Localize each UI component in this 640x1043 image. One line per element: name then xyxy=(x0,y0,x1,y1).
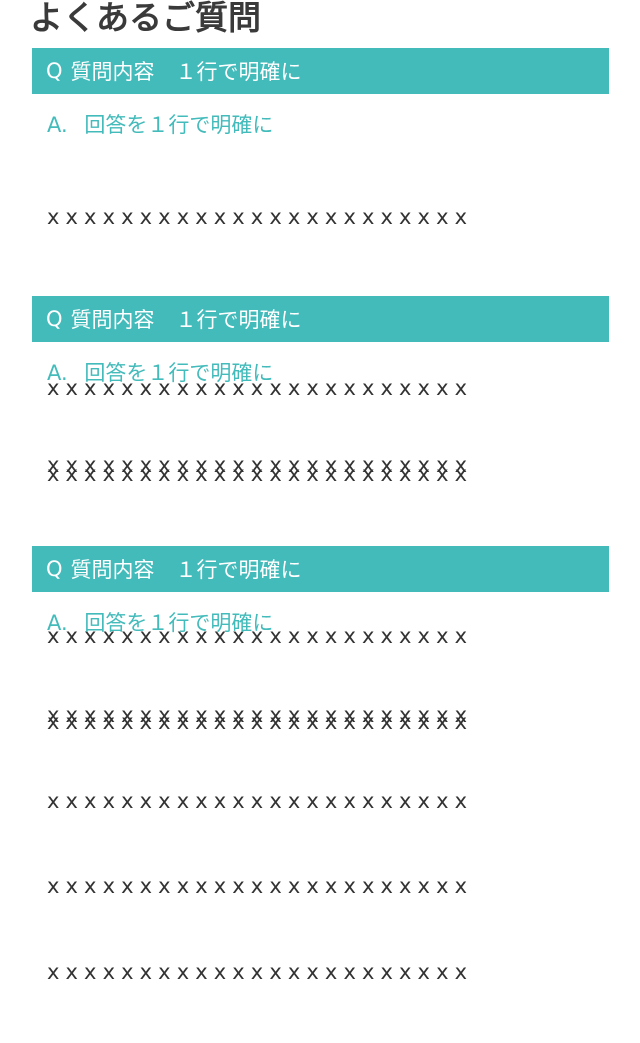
answer-line: xxxxxxxxxxxxxxxxxxxxxxx xyxy=(47,703,474,727)
answer-line: xxxxxxxxxxxxxxxxxxxxxxx xyxy=(47,205,474,229)
page-title: よくあるご質問 xyxy=(30,0,261,37)
answer-mark: A. xyxy=(47,361,68,385)
answer-lead-text: 回答を１行で明確に xyxy=(84,611,274,635)
question-mark: Q xyxy=(46,307,63,331)
answer-mark: A. xyxy=(47,611,68,635)
answer-heading: A. 回答を１行で明確に xyxy=(32,110,609,140)
answer-body: xxxxxxxxxxxxxxxxxxxxxxx xxxxxxxxxxxxxxxx… xyxy=(32,644,609,1043)
answer-heading: A. 回答を１行で明確に xyxy=(32,358,609,388)
faq-question[interactable]: Q 質問内容 １行で明確に xyxy=(32,296,609,342)
faq-item: Q 質問内容 １行で明確に A. 回答を１行で明確に xxxxxxxxxxxxx… xyxy=(32,546,609,1043)
question-text: 質問内容 １行で明確に xyxy=(70,60,302,84)
question-mark: Q xyxy=(46,59,63,83)
answer-lead-text: 回答を１行で明確に xyxy=(84,113,274,137)
answer-line: xxxxxxxxxxxxxxxxxxxxxxx xyxy=(47,874,474,898)
question-text: 質問内容 １行で明確に xyxy=(70,308,302,332)
faq-question[interactable]: Q 質問内容 １行で明確に xyxy=(32,48,609,94)
question-mark: Q xyxy=(46,557,63,581)
question-text: 質問内容 １行で明確に xyxy=(70,558,302,582)
answer-mark: A. xyxy=(47,113,68,137)
answer-line: xxxxxxxxxxxxxxxxxxxxxxx xyxy=(47,788,474,813)
answer-lead-text: 回答を１行で明確に xyxy=(84,361,274,385)
answer-heading: A. 回答を１行で明確に xyxy=(32,608,609,638)
faq-question[interactable]: Q 質問内容 １行で明確に xyxy=(32,546,609,592)
answer-line: xxxxxxxxxxxxxxxxxxxxxxx xyxy=(47,453,474,477)
answer-line: xxxxxxxxxxxxxxxxxxxxxxx xyxy=(47,959,474,984)
